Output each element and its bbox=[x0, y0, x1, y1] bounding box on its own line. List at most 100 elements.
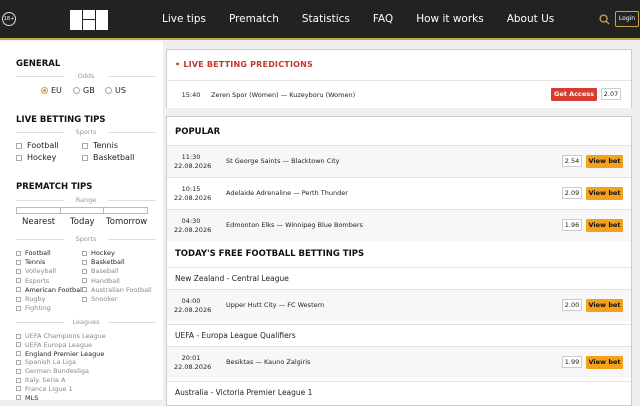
live-sports-separator: Sports bbox=[16, 127, 156, 137]
login-button[interactable]: Login bbox=[615, 11, 639, 27]
sport-filter-item[interactable]: Handball bbox=[82, 277, 120, 285]
live-predictions-card: • LIVE BETTING PREDICTIONS 15:40 Zeren S… bbox=[166, 49, 632, 108]
checkbox-icon bbox=[82, 154, 88, 161]
sport-filter-item[interactable]: Basketball bbox=[82, 258, 125, 266]
checkbox-icon bbox=[82, 250, 87, 256]
league-header: UEFA - Europa League Qualifiers bbox=[167, 324, 631, 346]
live-sport-hockey[interactable]: Hockey bbox=[16, 153, 56, 162]
site-logo[interactable] bbox=[70, 10, 108, 30]
sport-filter-item[interactable]: Fighting bbox=[16, 304, 51, 312]
odds-option-gb[interactable]: GB bbox=[73, 86, 95, 95]
checkbox-icon bbox=[82, 259, 87, 265]
tip-row-datetime: 04:30 22.08.2026 bbox=[174, 217, 212, 234]
league-filter-item[interactable]: Italy. Seria A bbox=[16, 376, 65, 384]
live-sport-football[interactable]: Football bbox=[16, 141, 59, 150]
odds-option-us[interactable]: US bbox=[105, 86, 126, 95]
top-header: 18+ Live tips Prematch Statistics FAQ Ho… bbox=[0, 0, 640, 40]
nav-live-tips[interactable]: Live tips bbox=[162, 0, 206, 40]
radio-icon bbox=[105, 87, 112, 94]
tip-row-match: Adelaide Adrenaline — Perth Thunder bbox=[226, 189, 348, 197]
league-filter-item[interactable]: Spanish La Liga bbox=[16, 358, 76, 366]
checkbox-icon bbox=[16, 250, 21, 256]
sport-filter-item[interactable]: Hockey bbox=[82, 249, 115, 257]
league-filter-item[interactable]: MLS bbox=[16, 394, 38, 402]
tip-row-datetime: 11:30 22.08.2026 bbox=[174, 153, 212, 170]
free-tips-title: TODAY'S FREE FOOTBALL BETTING TIPS bbox=[175, 249, 365, 259]
league-filter-item[interactable]: UEFA Europa League bbox=[16, 341, 92, 349]
live-row[interactable]: 15:40 Zeren Spor (Women) — Kuzeyboru (Wo… bbox=[167, 80, 631, 108]
league-name: New Zealand - Central League bbox=[175, 274, 289, 283]
odds-separator: Odds bbox=[16, 71, 156, 81]
range-today[interactable]: Today bbox=[70, 217, 95, 227]
live-row-odds: 2.07 bbox=[601, 88, 621, 100]
checkbox-icon bbox=[16, 268, 21, 274]
sport-filter-item[interactable]: American Football bbox=[16, 286, 84, 294]
odds-option-eu[interactable]: EU bbox=[41, 86, 62, 95]
tip-row-odds: 2.00 bbox=[562, 299, 582, 311]
sport-filter-item[interactable]: Baseball bbox=[82, 267, 119, 275]
tips-card: POPULAR 11:30 22.08.2026 St George Saints … bbox=[166, 116, 632, 406]
league-header: New Zealand - Central League bbox=[167, 267, 631, 289]
sport-filter-item[interactable]: Snooker bbox=[82, 295, 117, 303]
checkbox-icon bbox=[16, 296, 21, 302]
checkbox-icon bbox=[16, 386, 21, 392]
tip-row-match: Upper Hutt City — FC Western bbox=[226, 301, 325, 309]
league-filter-item[interactable]: France Ligue 1 bbox=[16, 385, 73, 393]
sport-filter-item[interactable]: Rugby bbox=[16, 295, 45, 303]
search-icon[interactable] bbox=[599, 14, 610, 25]
view-bet-button[interactable]: View bet bbox=[586, 299, 623, 312]
view-bet-button[interactable]: View bet bbox=[586, 356, 623, 369]
checkbox-icon bbox=[16, 368, 21, 374]
tip-row[interactable]: 20:01 22.08.2026 Besiktas — Kauno Zalgiris… bbox=[167, 346, 631, 378]
nav-prematch[interactable]: Prematch bbox=[229, 0, 279, 40]
tip-row[interactable]: 10:15 22.08.2026 Adelaide Adrenaline — Per… bbox=[167, 177, 631, 209]
tip-row-datetime: 10:15 22.08.2026 bbox=[174, 185, 212, 202]
range-slider[interactable] bbox=[16, 207, 149, 214]
tip-row-odds: 1.99 bbox=[562, 356, 582, 368]
view-bet-button[interactable]: View bet bbox=[586, 187, 623, 200]
view-bet-button[interactable]: View bet bbox=[586, 219, 623, 232]
nav-faq[interactable]: FAQ bbox=[373, 0, 393, 40]
sport-filter-item[interactable]: Volleyball bbox=[16, 267, 56, 275]
sport-filter-item[interactable]: Football bbox=[16, 249, 51, 257]
tip-row-datetime: 20:01 22.08.2026 bbox=[174, 354, 212, 371]
nav-statistics[interactable]: Statistics bbox=[302, 0, 350, 40]
range-tomorrow[interactable]: Tomorrow bbox=[106, 217, 147, 227]
checkbox-icon bbox=[82, 287, 87, 293]
view-bet-button[interactable]: View bet bbox=[586, 155, 623, 168]
nav-how-it-works[interactable]: How it works bbox=[416, 0, 484, 40]
live-tips-heading: LIVE BETTING TIPS bbox=[16, 115, 106, 125]
sport-filter-item[interactable]: Tennis bbox=[16, 258, 45, 266]
range-nearest[interactable]: Nearest bbox=[22, 217, 55, 227]
checkbox-icon bbox=[82, 278, 87, 284]
live-sport-basketball[interactable]: Basketball bbox=[82, 153, 134, 162]
get-access-button[interactable]: Get Access bbox=[551, 88, 597, 101]
tip-row[interactable]: 11:30 22.08.2026 St George Saints — Blackt… bbox=[167, 145, 631, 177]
range-separator: Range bbox=[16, 195, 156, 205]
main-nav: Live tips Prematch Statistics FAQ How it… bbox=[162, 0, 577, 40]
league-filter-item[interactable]: German Bundesliga bbox=[16, 367, 89, 375]
checkbox-icon bbox=[16, 395, 21, 401]
sport-filter-item[interactable]: Esports bbox=[16, 277, 49, 285]
league-filter-item[interactable]: UEFA Champions League bbox=[16, 332, 106, 340]
prematch-heading: PREMATCH TIPS bbox=[16, 182, 93, 192]
checkbox-icon bbox=[82, 296, 87, 302]
live-sport-tennis[interactable]: Tennis bbox=[82, 141, 118, 150]
checkbox-icon bbox=[16, 333, 21, 339]
checkbox-icon bbox=[16, 351, 21, 357]
popular-title: POPULAR bbox=[175, 127, 221, 137]
tip-row-match: Besiktas — Kauno Zalgiris bbox=[226, 358, 311, 366]
tip-row-match: St George Saints — Blacktown City bbox=[226, 157, 340, 165]
radio-icon bbox=[73, 87, 80, 94]
tip-row-odds: 2.54 bbox=[562, 155, 582, 167]
tip-row-match: Edmonton Elks — Winnipeg Blue Bombers bbox=[226, 221, 363, 229]
checkbox-icon bbox=[16, 259, 21, 265]
radio-selected-icon bbox=[41, 87, 48, 94]
live-predictions-title: • LIVE BETTING PREDICTIONS bbox=[175, 60, 313, 69]
tip-row[interactable]: 04:00 22.08.2026 Upper Hutt City — FC West… bbox=[167, 289, 631, 321]
nav-about-us[interactable]: About Us bbox=[507, 0, 555, 40]
sport-filter-item[interactable]: Australian Football bbox=[82, 286, 152, 294]
checkbox-icon bbox=[16, 278, 21, 284]
tip-row[interactable]: 04:30 22.08.2026 Edmonton Elks — Winnipeg … bbox=[167, 209, 631, 241]
league-filter-item[interactable]: England Premier League bbox=[16, 350, 104, 358]
